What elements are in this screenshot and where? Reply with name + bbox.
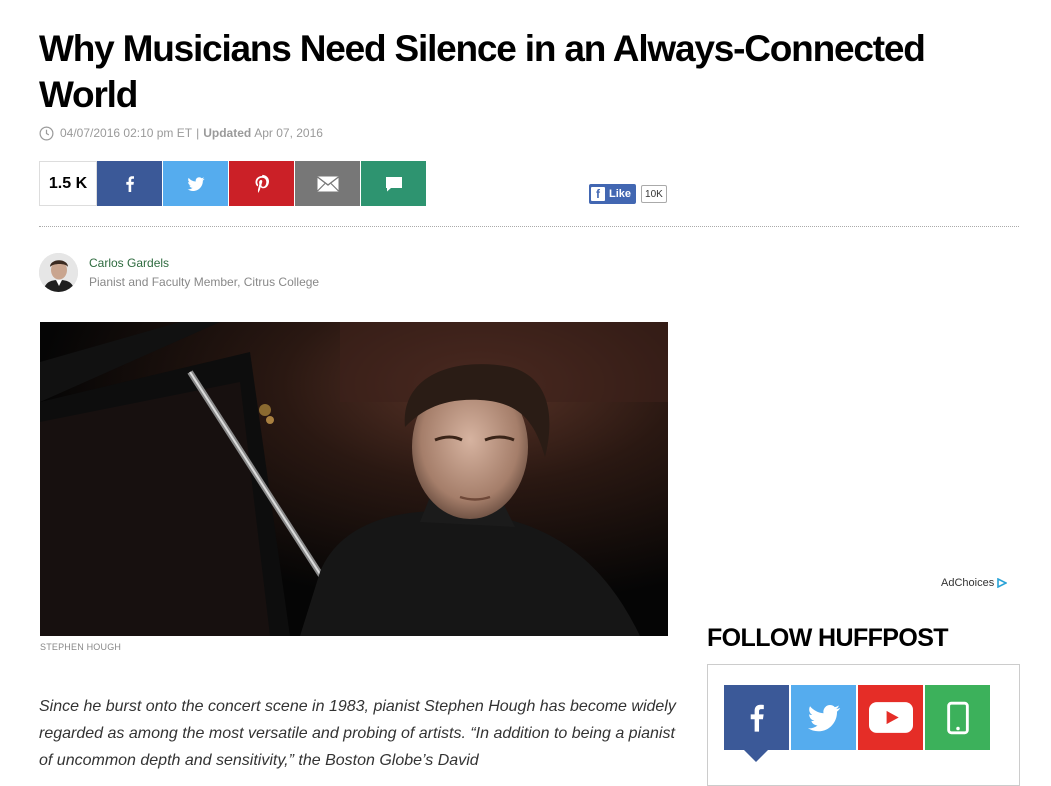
author-byline: Carlos Gardels Pianist and Faculty Membe… (39, 253, 319, 292)
adchoices-icon (997, 578, 1008, 588)
like-count: 10K (641, 185, 667, 203)
adchoices-label: AdChoices (941, 577, 995, 589)
follow-app-button[interactable] (925, 685, 990, 750)
share-bar: 1.5 K (39, 161, 426, 206)
share-pinterest-button[interactable] (229, 161, 294, 206)
mobile-app-icon (946, 701, 969, 734)
follow-panel (707, 664, 1020, 786)
follow-youtube-button[interactable] (858, 685, 923, 750)
follow-twitter-button[interactable] (791, 685, 856, 750)
follow-facebook-button[interactable] (724, 685, 789, 762)
like-label: Like (609, 188, 632, 200)
clock-icon (39, 126, 54, 140)
twitter-icon (807, 704, 840, 731)
hero-photo (40, 322, 668, 636)
author-name[interactable]: Carlos Gardels (89, 255, 319, 271)
author-avatar[interactable] (39, 253, 78, 292)
youtube-icon (868, 702, 913, 733)
author-portrait (39, 253, 78, 292)
share-twitter-button[interactable] (163, 161, 228, 206)
comment-icon (385, 176, 402, 191)
facebook-like-widget: f Like 10K (589, 184, 667, 204)
twitter-icon (187, 176, 204, 191)
facebook-like-button[interactable]: f Like (589, 184, 637, 204)
follow-heading: FOLLOW HUFFPOST (707, 624, 949, 652)
share-email-button[interactable] (295, 161, 360, 206)
comments-button[interactable] (361, 161, 426, 206)
article-timestamp: 04/07/2016 02:10 pm ET | Updated Apr 07,… (39, 125, 323, 141)
share-count: 1.5 K (39, 161, 97, 206)
publish-time: 04/07/2016 02:10 pm ET (60, 126, 193, 140)
pianist-photo (40, 322, 668, 636)
email-icon (316, 175, 339, 191)
article-body: Since he burst onto the concert scene in… (39, 698, 676, 769)
article-headline: Why Musicians Need Silence in an Always-… (39, 28, 926, 115)
facebook-icon: f (591, 187, 605, 201)
timestamp-separator: | (196, 126, 200, 140)
active-indicator (744, 750, 768, 762)
photo-caption: STEPHEN HOUGH (40, 642, 122, 652)
updated-date: Apr 07, 2016 (254, 126, 323, 140)
share-facebook-button[interactable] (97, 161, 162, 206)
adchoices-link[interactable]: AdChoices (941, 577, 1008, 589)
facebook-icon (125, 175, 134, 192)
section-divider (39, 226, 1019, 227)
updated-label: Updated (203, 126, 252, 140)
pinterest-icon (255, 174, 269, 193)
facebook-icon (750, 704, 764, 732)
author-bio: Pianist and Faculty Member, Citrus Colle… (89, 275, 320, 289)
